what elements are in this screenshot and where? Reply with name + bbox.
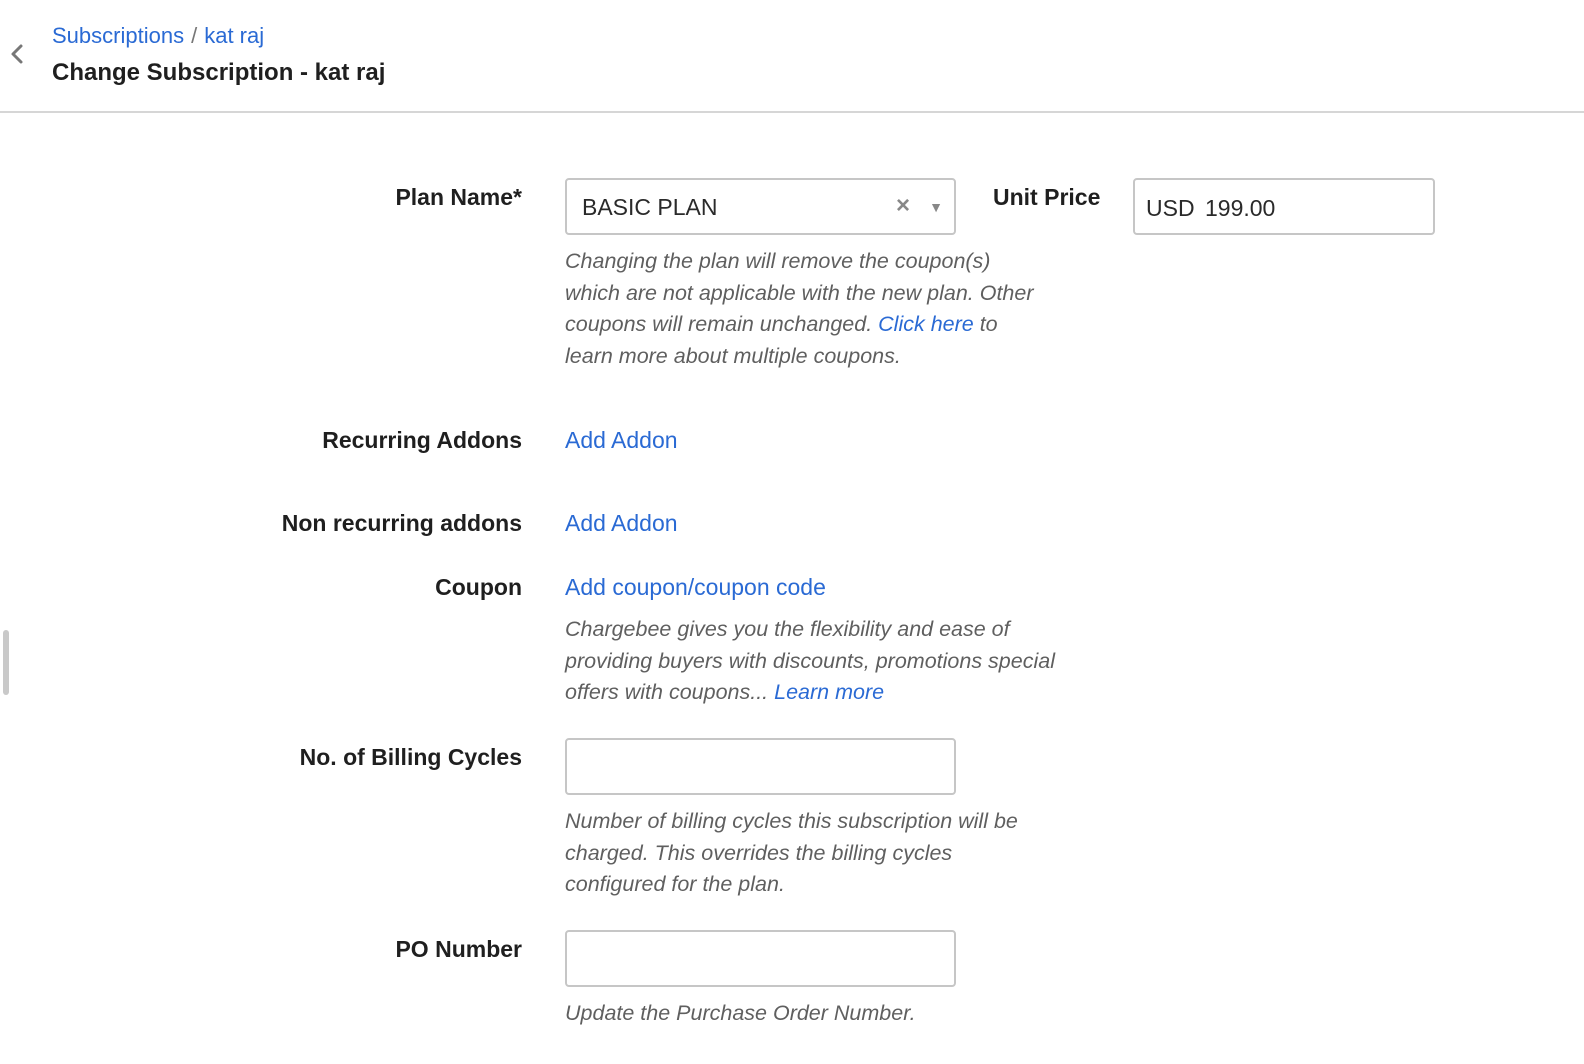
breadcrumb: Subscriptions / kat raj <box>52 22 264 50</box>
unit-price-currency: USD <box>1146 195 1195 221</box>
coupon-learn-more-link[interactable]: Learn more <box>774 680 884 704</box>
breadcrumb-separator: / <box>191 23 198 48</box>
plan-name-label: Plan Name* <box>395 184 522 210</box>
po-number-input[interactable] <box>565 930 956 987</box>
breadcrumb-customer-link[interactable]: kat raj <box>204 23 264 48</box>
plan-help-text: Changing the plan will remove the coupon… <box>565 246 1035 373</box>
add-recurring-addon-link[interactable]: Add Addon <box>565 425 678 455</box>
back-button[interactable] <box>6 40 28 68</box>
caret-down-icon[interactable]: ▼ <box>929 193 943 221</box>
side-scroll-handle[interactable] <box>3 630 9 695</box>
recurring-addons-label: Recurring Addons <box>322 427 522 453</box>
plan-name-select[interactable]: BASIC PLAN × ▼ <box>565 178 956 235</box>
coupon-help-text: Chargebee gives you the flexibility and … <box>565 614 1055 709</box>
unit-price-value: 199.00 <box>1205 195 1276 221</box>
breadcrumb-subscriptions-link[interactable]: Subscriptions <box>52 23 184 48</box>
page-title: Change Subscription - kat raj <box>52 59 386 86</box>
chevron-left-icon <box>6 40 28 68</box>
add-coupon-link[interactable]: Add coupon/coupon code <box>565 572 826 602</box>
po-number-help-text: Update the Purchase Order Number. <box>565 1001 916 1025</box>
unit-price-label: Unit Price <box>993 184 1101 210</box>
non-recurring-addons-label: Non recurring addons <box>281 510 522 536</box>
plan-name-value: BASIC PLAN <box>582 194 718 220</box>
page-header: Subscriptions / kat raj Change Subscriptio… <box>0 0 1584 113</box>
po-number-label: PO Number <box>395 936 522 962</box>
billing-cycles-label: No. of Billing Cycles <box>299 744 522 770</box>
add-non-recurring-addon-link[interactable]: Add Addon <box>565 508 678 538</box>
billing-cycles-help-text: Number of billing cycles this subscripti… <box>565 809 1018 897</box>
coupon-label: Coupon <box>435 574 522 600</box>
billing-cycles-input[interactable] <box>565 738 956 795</box>
plan-help-click-here-link[interactable]: Click here <box>878 312 974 336</box>
clear-icon[interactable]: × <box>896 192 910 220</box>
unit-price-input[interactable]: USD 199.00 <box>1133 178 1435 235</box>
